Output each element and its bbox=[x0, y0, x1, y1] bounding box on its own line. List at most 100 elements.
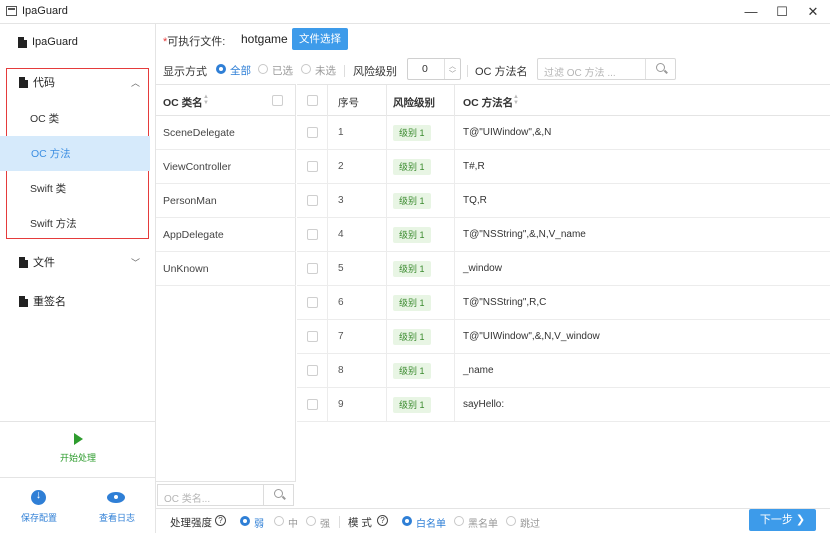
method-search-input[interactable]: 过滤 OC 方法 ... bbox=[537, 58, 676, 80]
file-select-button[interactable]: 文件选择 bbox=[292, 28, 348, 50]
risk-level-value[interactable]: 0 bbox=[422, 63, 428, 75]
table-row[interactable]: 3 级别 1 TQ,R bbox=[297, 184, 830, 218]
sidebar: IpaGuard 代码 ︿ OC 类 OC 方法 Swift 类 Swift 方… bbox=[0, 24, 156, 533]
risk-badge: 级别 1 bbox=[393, 295, 431, 311]
mode-whitelist-label[interactable]: 白名单 bbox=[416, 515, 446, 530]
stepper-arrows[interactable]: ︿ ﹀ bbox=[444, 59, 460, 79]
table-row[interactable]: 9 级别 1 sayHello: bbox=[297, 388, 830, 422]
display-all-radio[interactable] bbox=[216, 64, 226, 74]
class-search: OC 类名... bbox=[156, 481, 296, 508]
strength-strong-radio[interactable] bbox=[306, 516, 316, 526]
row-checkbox[interactable] bbox=[307, 127, 318, 138]
start-process-button[interactable]: 开始处理 bbox=[0, 421, 156, 476]
class-search-button[interactable] bbox=[264, 484, 294, 506]
column-divider bbox=[454, 116, 455, 150]
strength-medium-radio[interactable] bbox=[274, 516, 284, 526]
class-select-all-checkbox[interactable] bbox=[272, 95, 283, 106]
chevron-down-icon[interactable]: ﹀ bbox=[445, 69, 460, 79]
next-step-button[interactable]: 下一步 ❯ bbox=[749, 509, 816, 531]
sidebar-item-swift-class[interactable]: Swift 类 bbox=[7, 171, 148, 206]
strength-weak-radio[interactable] bbox=[240, 516, 250, 526]
class-row[interactable]: ViewController bbox=[156, 150, 296, 184]
row-checkbox[interactable] bbox=[307, 399, 318, 410]
mode-whitelist-radio[interactable] bbox=[402, 516, 412, 526]
column-divider bbox=[386, 116, 387, 150]
class-row[interactable]: AppDelegate bbox=[156, 218, 296, 252]
sidebar-item-oc-class[interactable]: OC 类 bbox=[7, 101, 148, 136]
column-divider bbox=[454, 184, 455, 218]
column-divider bbox=[386, 150, 387, 184]
class-name: SceneDelegate bbox=[163, 127, 235, 139]
mode-help-icon[interactable]: ? bbox=[377, 515, 388, 526]
table-row[interactable]: 2 级别 1 T#,R bbox=[297, 150, 830, 184]
column-divider bbox=[327, 354, 328, 388]
risk-column-header: 风险级别 bbox=[393, 97, 435, 109]
strength-weak-label[interactable]: 弱 bbox=[254, 515, 264, 530]
row-checkbox[interactable] bbox=[307, 195, 318, 206]
class-row[interactable]: PersonMan bbox=[156, 184, 296, 218]
row-checkbox[interactable] bbox=[307, 263, 318, 274]
mode-skip-label[interactable]: 跳过 bbox=[520, 515, 540, 530]
column-divider bbox=[327, 85, 328, 116]
strength-help-icon[interactable]: ? bbox=[215, 515, 226, 526]
method-search-label: OC 方法名 bbox=[475, 66, 528, 78]
mode-blacklist-radio[interactable] bbox=[454, 516, 464, 526]
table-row[interactable]: 4 级别 1 T@"NSString",&,N,V_name bbox=[297, 218, 830, 252]
method-name: T@"UIWindow",&,N bbox=[463, 127, 552, 138]
strength-medium-label[interactable]: 中 bbox=[288, 515, 298, 530]
method-name-column-header[interactable]: OC 方法名 bbox=[463, 95, 513, 110]
display-all-label[interactable]: 全部 bbox=[230, 63, 251, 78]
file-icon bbox=[19, 256, 28, 268]
method-search-button[interactable] bbox=[645, 59, 675, 79]
display-selected-radio[interactable] bbox=[258, 64, 268, 74]
class-search-input[interactable]: OC 类名... bbox=[157, 484, 264, 506]
display-unselected-radio[interactable] bbox=[301, 64, 311, 74]
table-row[interactable]: 7 级别 1 T@"UIWindow",&,N,V_window bbox=[297, 320, 830, 354]
sidebar-item-swift-method[interactable]: Swift 方法 bbox=[7, 206, 148, 241]
executable-value: hotgame bbox=[241, 32, 288, 46]
class-row[interactable]: UnKnown bbox=[156, 252, 296, 286]
column-divider bbox=[386, 286, 387, 320]
divider bbox=[339, 516, 340, 528]
sidebar-item-resign[interactable]: 重签名 bbox=[0, 293, 156, 309]
risk-level-stepper[interactable]: 0 ︿ ﹀ bbox=[407, 58, 461, 80]
maximize-button[interactable]: ☐ bbox=[766, 0, 798, 24]
row-index: 9 bbox=[338, 399, 344, 410]
close-button[interactable]: ✕ bbox=[797, 0, 829, 24]
sidebar-group-file[interactable]: 文件 ﹀ bbox=[0, 254, 156, 270]
table-row[interactable]: 1 级别 1 T@"UIWindow",&,N bbox=[297, 116, 830, 150]
divider bbox=[467, 65, 468, 77]
start-process-label: 开始处理 bbox=[59, 453, 96, 463]
mode-blacklist-label[interactable]: 黑名单 bbox=[468, 515, 498, 530]
minimize-button[interactable]: — bbox=[735, 0, 767, 24]
row-checkbox[interactable] bbox=[307, 297, 318, 308]
row-checkbox[interactable] bbox=[307, 331, 318, 342]
class-name-header[interactable]: OC 类名 bbox=[163, 95, 203, 110]
column-divider bbox=[327, 218, 328, 252]
display-selected-label[interactable]: 已选 bbox=[272, 63, 293, 78]
display-unselected-label[interactable]: 未选 bbox=[315, 63, 336, 78]
save-config-button[interactable]: 保存配置 bbox=[0, 478, 78, 533]
file-group-label: 文件 bbox=[33, 257, 55, 269]
window-title: IpaGuard bbox=[22, 5, 68, 17]
sidebar-brand[interactable]: IpaGuard bbox=[0, 36, 156, 48]
row-checkbox[interactable] bbox=[307, 229, 318, 240]
sidebar-item-oc-method[interactable]: OC 方法 bbox=[0, 136, 150, 171]
strength-strong-label[interactable]: 强 bbox=[320, 515, 330, 530]
executable-label: *可执行文件: bbox=[163, 33, 225, 49]
row-checkbox[interactable] bbox=[307, 161, 318, 172]
table-row[interactable]: 8 级别 1 _name bbox=[297, 354, 830, 388]
sort-icon[interactable]: ▲ ▼ bbox=[513, 94, 519, 106]
column-divider bbox=[327, 252, 328, 286]
method-select-all-checkbox[interactable] bbox=[307, 95, 318, 106]
class-row[interactable]: SceneDelegate bbox=[156, 116, 296, 150]
sort-icon[interactable]: ▲ ▼ bbox=[203, 94, 209, 106]
table-row[interactable]: 6 级别 1 T@"NSString",R,C bbox=[297, 286, 830, 320]
column-divider bbox=[454, 150, 455, 184]
mode-skip-radio[interactable] bbox=[506, 516, 516, 526]
row-checkbox[interactable] bbox=[307, 365, 318, 376]
risk-badge: 级别 1 bbox=[393, 159, 431, 175]
sidebar-group-code[interactable]: 代码 ︿ bbox=[0, 74, 156, 90]
view-log-button[interactable]: 查看日志 bbox=[78, 478, 156, 533]
table-row[interactable]: 5 级别 1 _window bbox=[297, 252, 830, 286]
